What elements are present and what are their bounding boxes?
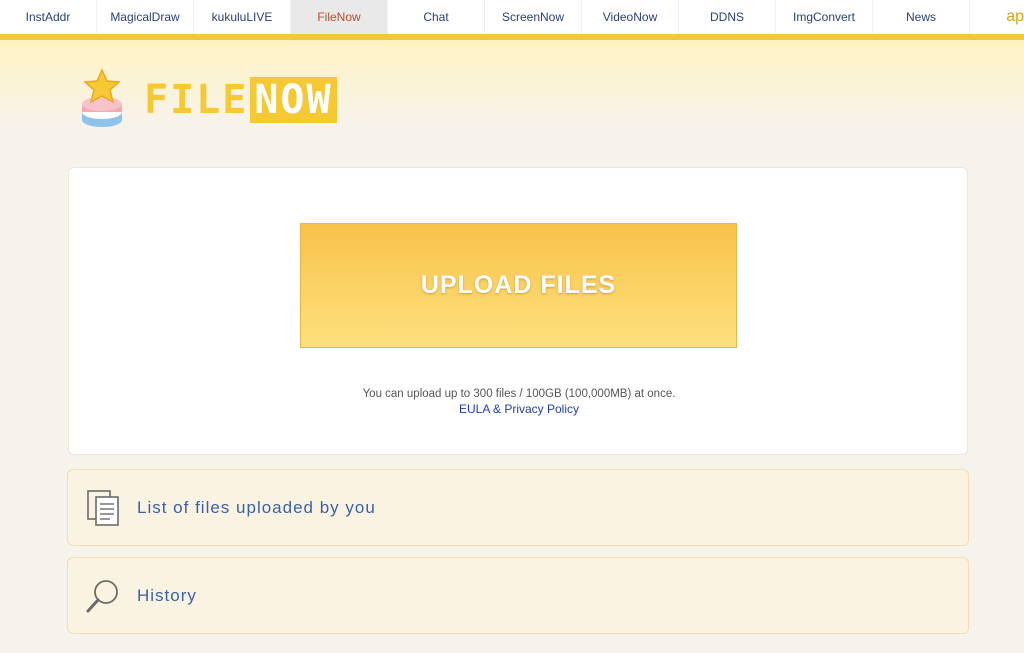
top-nav: InstAddr MagicalDraw kukuluLIVE FileNow … xyxy=(0,0,1024,34)
uploaded-files-panel[interactable]: List of files uploaded by you xyxy=(67,469,969,546)
nav-item-screennow[interactable]: ScreenNow xyxy=(485,0,582,34)
upload-files-label: UPLOAD FILES xyxy=(420,271,617,299)
filenow-logo[interactable]: FILE NOW xyxy=(80,68,410,132)
nav-item-filenow[interactable]: FileNow xyxy=(291,0,388,34)
nav-item-overflow[interactable]: ap xyxy=(970,0,1024,34)
nav-item-news[interactable]: News xyxy=(873,0,970,34)
nav-item-kukululive[interactable]: kukuluLIVE xyxy=(194,0,291,34)
history-panel[interactable]: History xyxy=(67,557,969,634)
stacked-disk-star-icon xyxy=(82,68,122,127)
nav-item-chat[interactable]: Chat xyxy=(388,0,485,34)
nav-item-magicaldraw[interactable]: MagicalDraw xyxy=(97,0,194,34)
logo-file-text: FILE xyxy=(144,77,249,123)
documents-icon xyxy=(87,490,119,526)
eula-privacy-link[interactable]: EULA & Privacy Policy xyxy=(69,402,969,416)
logo-now-text: NOW xyxy=(250,77,337,123)
logo-wordmark: FILE NOW xyxy=(144,76,337,124)
history-label: History xyxy=(137,586,197,605)
nav-item-imgconvert[interactable]: ImgConvert xyxy=(776,0,873,34)
nav-item-ddns[interactable]: DDNS xyxy=(679,0,776,34)
nav-item-videonow[interactable]: VideoNow xyxy=(582,0,679,34)
upload-files-button[interactable]: UPLOAD FILES xyxy=(300,223,737,348)
upload-limit-text: You can upload up to 300 files / 100GB (… xyxy=(362,388,676,400)
nav-item-instaddr[interactable]: InstAddr xyxy=(0,0,97,34)
upload-card: UPLOAD FILES You can upload up to 300 fi… xyxy=(68,167,968,455)
search-icon xyxy=(86,580,118,613)
uploaded-files-label: List of files uploaded by you xyxy=(137,498,376,517)
